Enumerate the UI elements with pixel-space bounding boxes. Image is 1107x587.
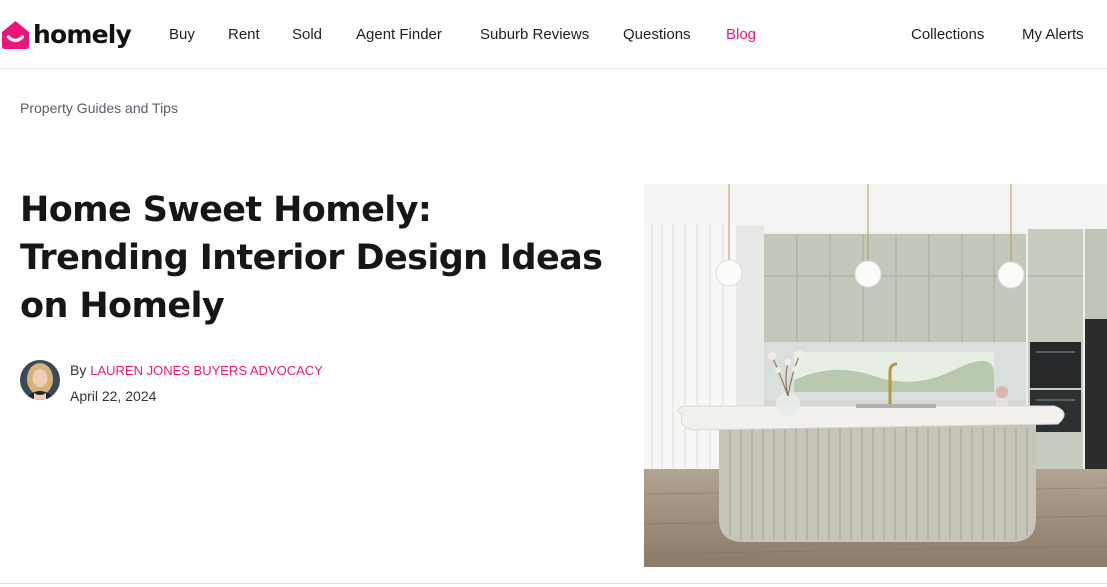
kitchen-illustration	[644, 184, 1107, 567]
author-photo	[20, 360, 60, 400]
author-link[interactable]: LAUREN JONES BUYERS ADVOCACY	[90, 363, 323, 378]
homely-house-smile-icon	[2, 20, 29, 49]
article-title: Home Sweet Homely: Trending Interior Des…	[20, 190, 603, 326]
nav-blog[interactable]: Blog	[726, 25, 756, 45]
nav-my-alerts[interactable]: My Alerts	[1022, 25, 1084, 45]
logo-wordmark: homely	[33, 19, 132, 49]
nav-buy[interactable]: Buy	[169, 25, 195, 45]
nav-agent-finder[interactable]: Agent Finder	[356, 25, 442, 45]
byline: By LAUREN JONES BUYERS ADVOCACY	[70, 361, 323, 380]
nav-questions[interactable]: Questions	[623, 25, 691, 45]
nav-rent[interactable]: Rent	[228, 25, 260, 45]
homely-logo[interactable]: homely	[0, 17, 132, 51]
top-navigation-bar: homely Buy Rent Sold Agent Finder Suburb…	[0, 0, 1107, 69]
hero-kitchen-image	[644, 184, 1107, 567]
bottom-divider	[0, 583, 1107, 584]
breadcrumb-category[interactable]: Property Guides and Tips	[20, 98, 178, 118]
nav-collections[interactable]: Collections	[911, 25, 984, 45]
nav-suburb-reviews[interactable]: Suburb Reviews	[480, 25, 589, 45]
author-avatar[interactable]	[20, 360, 60, 400]
nav-sold[interactable]: Sold	[292, 25, 322, 45]
publish-date: April 22, 2024	[70, 388, 157, 404]
by-label: By	[70, 362, 87, 378]
